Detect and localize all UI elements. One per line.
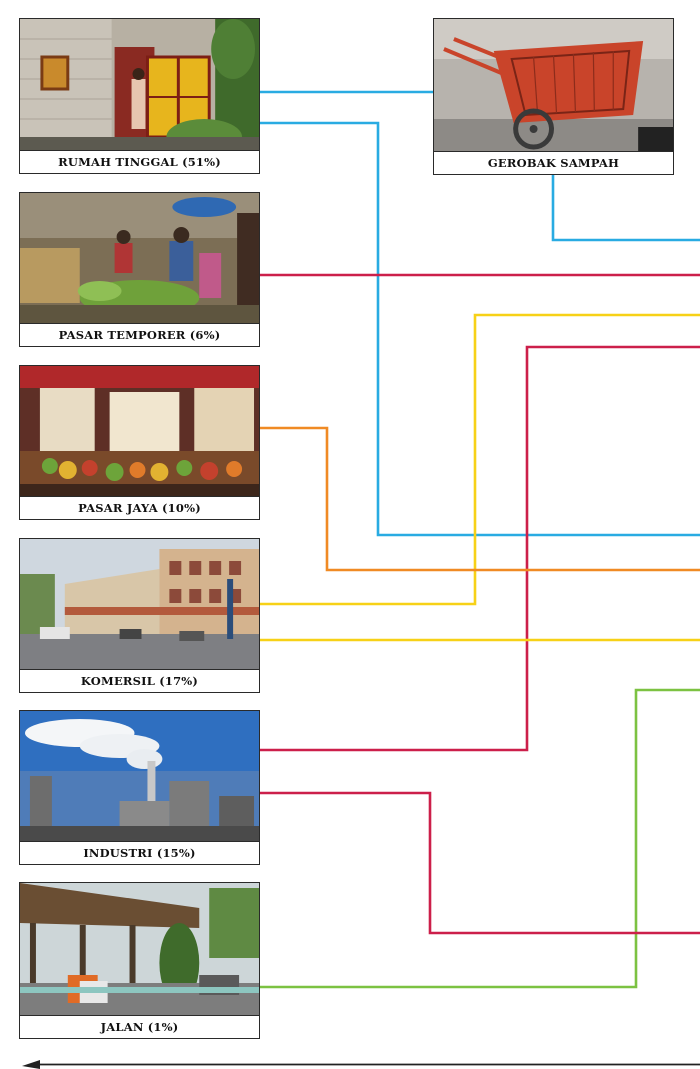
- line-industri-lower-out: [260, 791, 700, 935]
- collector-card-gerobak-sampah: GEROBAK SAMPAH: [433, 18, 674, 175]
- line-gerobak-out: [551, 175, 700, 242]
- market-stall-photo: [20, 366, 259, 497]
- line-pasar-jaya-out: [260, 426, 700, 572]
- source-card-komersil: KOMERSIL (17%): [19, 538, 260, 693]
- street-photo: [20, 883, 259, 1016]
- source-label: PASAR TEMPORER (6%): [58, 327, 221, 342]
- source-label: RUMAH TINGGAL (51%): [58, 154, 221, 169]
- source-card-jalan: JALAN (1%): [19, 882, 260, 1039]
- commercial-street-photo: [20, 539, 259, 670]
- house-photo: [20, 19, 259, 151]
- source-label: KOMERSIL (17%): [80, 673, 199, 688]
- bottom-arrow: [22, 1060, 700, 1069]
- temporary-market-photo: [20, 193, 259, 324]
- source-card-industri: INDUSTRI (15%): [19, 710, 260, 865]
- garbage-cart-photo: [434, 19, 673, 152]
- source-label: INDUSTRI (15%): [83, 845, 196, 860]
- factory-photo: [20, 711, 259, 842]
- source-card-pasar-temporer: PASAR TEMPORER (6%): [19, 192, 260, 347]
- source-label: PASAR JAYA (10%): [78, 500, 201, 515]
- collector-label: GEROBAK SAMPAH: [487, 155, 620, 170]
- source-label: JALAN (1%): [100, 1019, 179, 1034]
- line-jalan-out: [260, 688, 700, 989]
- source-card-pasar-jaya: PASAR JAYA (10%): [19, 365, 260, 520]
- source-card-rumah-tinggal: RUMAH TINGGAL (51%): [19, 18, 260, 174]
